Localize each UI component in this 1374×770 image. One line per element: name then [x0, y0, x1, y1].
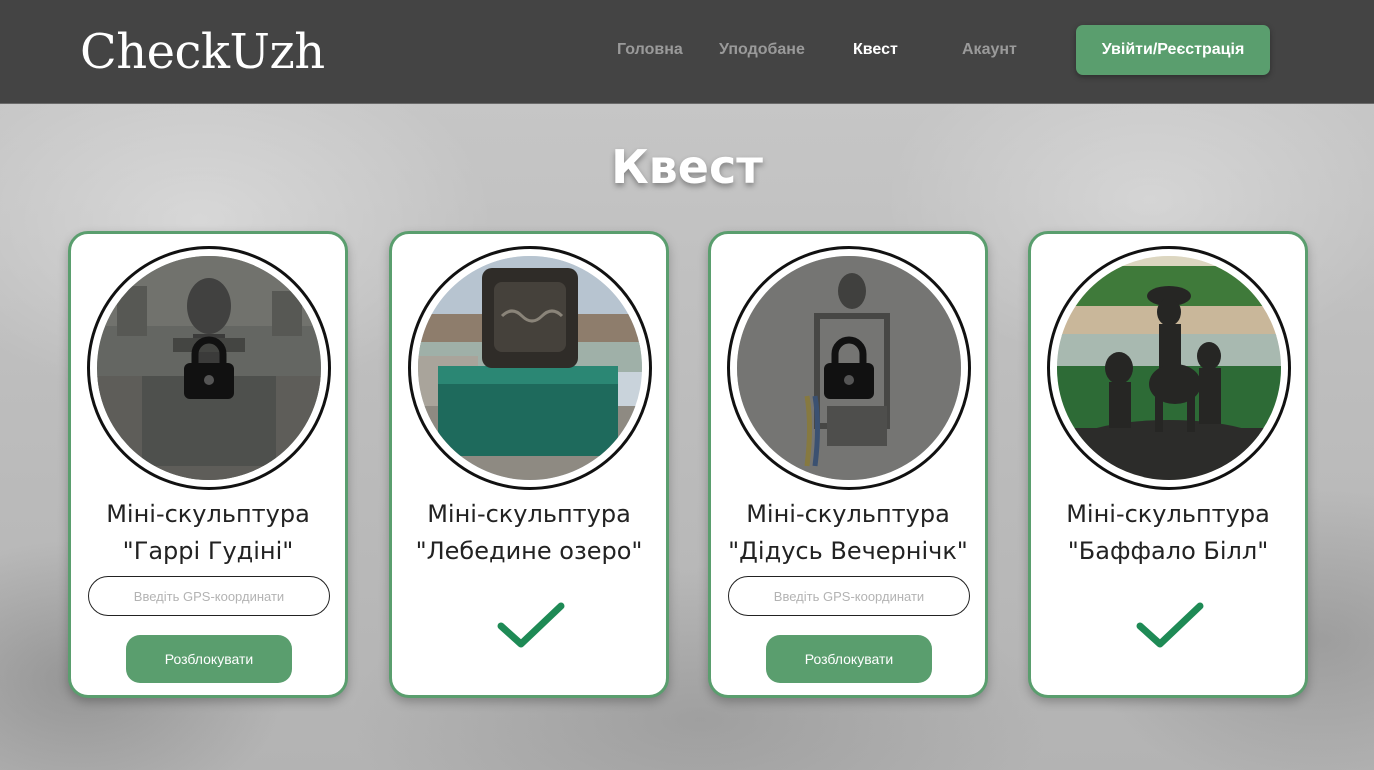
sculpture-photo-frame — [408, 246, 652, 490]
quest-card-houdini: Міні-скульптура "Гаррі Гудіні" Розблокув… — [68, 231, 348, 698]
sculpture-title: Міні-скульптура "Гаррі Гудіні" — [106, 500, 310, 565]
sculpture-photo-frame — [727, 246, 971, 490]
unlock-button[interactable]: Розблокувати — [126, 635, 292, 683]
top-navbar: CheckUzh Головна Уподобане Квест Акаунт … — [0, 0, 1374, 104]
site-logo[interactable]: CheckUzh — [80, 24, 325, 80]
nav-link-favorites[interactable]: Уподобане — [719, 41, 805, 59]
login-register-button[interactable]: Увійти/Реєстрація — [1076, 25, 1270, 75]
nav-link-home[interactable]: Головна — [617, 41, 683, 59]
sculpture-title: Міні-скульптура "Дідусь Вечернічк" — [728, 500, 968, 565]
sculpture-photo-houdini — [97, 256, 321, 480]
locked-overlay — [97, 256, 321, 480]
sculpture-photo-swan-lake — [418, 256, 642, 480]
nav-link-account[interactable]: Акаунт — [962, 41, 1017, 59]
quest-card-buffalo-bill: Міні-скульптура "Баффало Білл" — [1028, 231, 1308, 698]
quest-card-swan-lake: Міні-скульптура "Лебедине озеро" — [389, 231, 669, 698]
nav-link-quest[interactable]: Квест — [853, 41, 898, 59]
locked-overlay — [737, 256, 961, 480]
checkmark-icon — [497, 602, 565, 648]
quest-card-grandpa: Міні-скульптура "Дідусь Вечернічк" Розбл… — [708, 231, 988, 698]
sculpture-title: Міні-скульптура "Лебедине озеро" — [415, 500, 643, 565]
unlock-button[interactable]: Розблокувати — [766, 635, 932, 683]
gps-coordinates-input[interactable] — [88, 576, 330, 616]
sculpture-photo-frame — [87, 246, 331, 490]
sculpture-photo-buffalo-bill — [1057, 256, 1281, 480]
sculpture-photo-grandpa — [737, 256, 961, 480]
checkmark-icon — [1136, 602, 1204, 648]
lock-icon — [824, 336, 874, 399]
sculpture-title: Міні-скульптура "Баффало Білл" — [1066, 500, 1270, 565]
gps-coordinates-input[interactable] — [728, 576, 970, 616]
sculpture-photo-frame — [1047, 246, 1291, 490]
lock-icon — [184, 336, 234, 399]
page-title: Квест — [611, 140, 763, 194]
